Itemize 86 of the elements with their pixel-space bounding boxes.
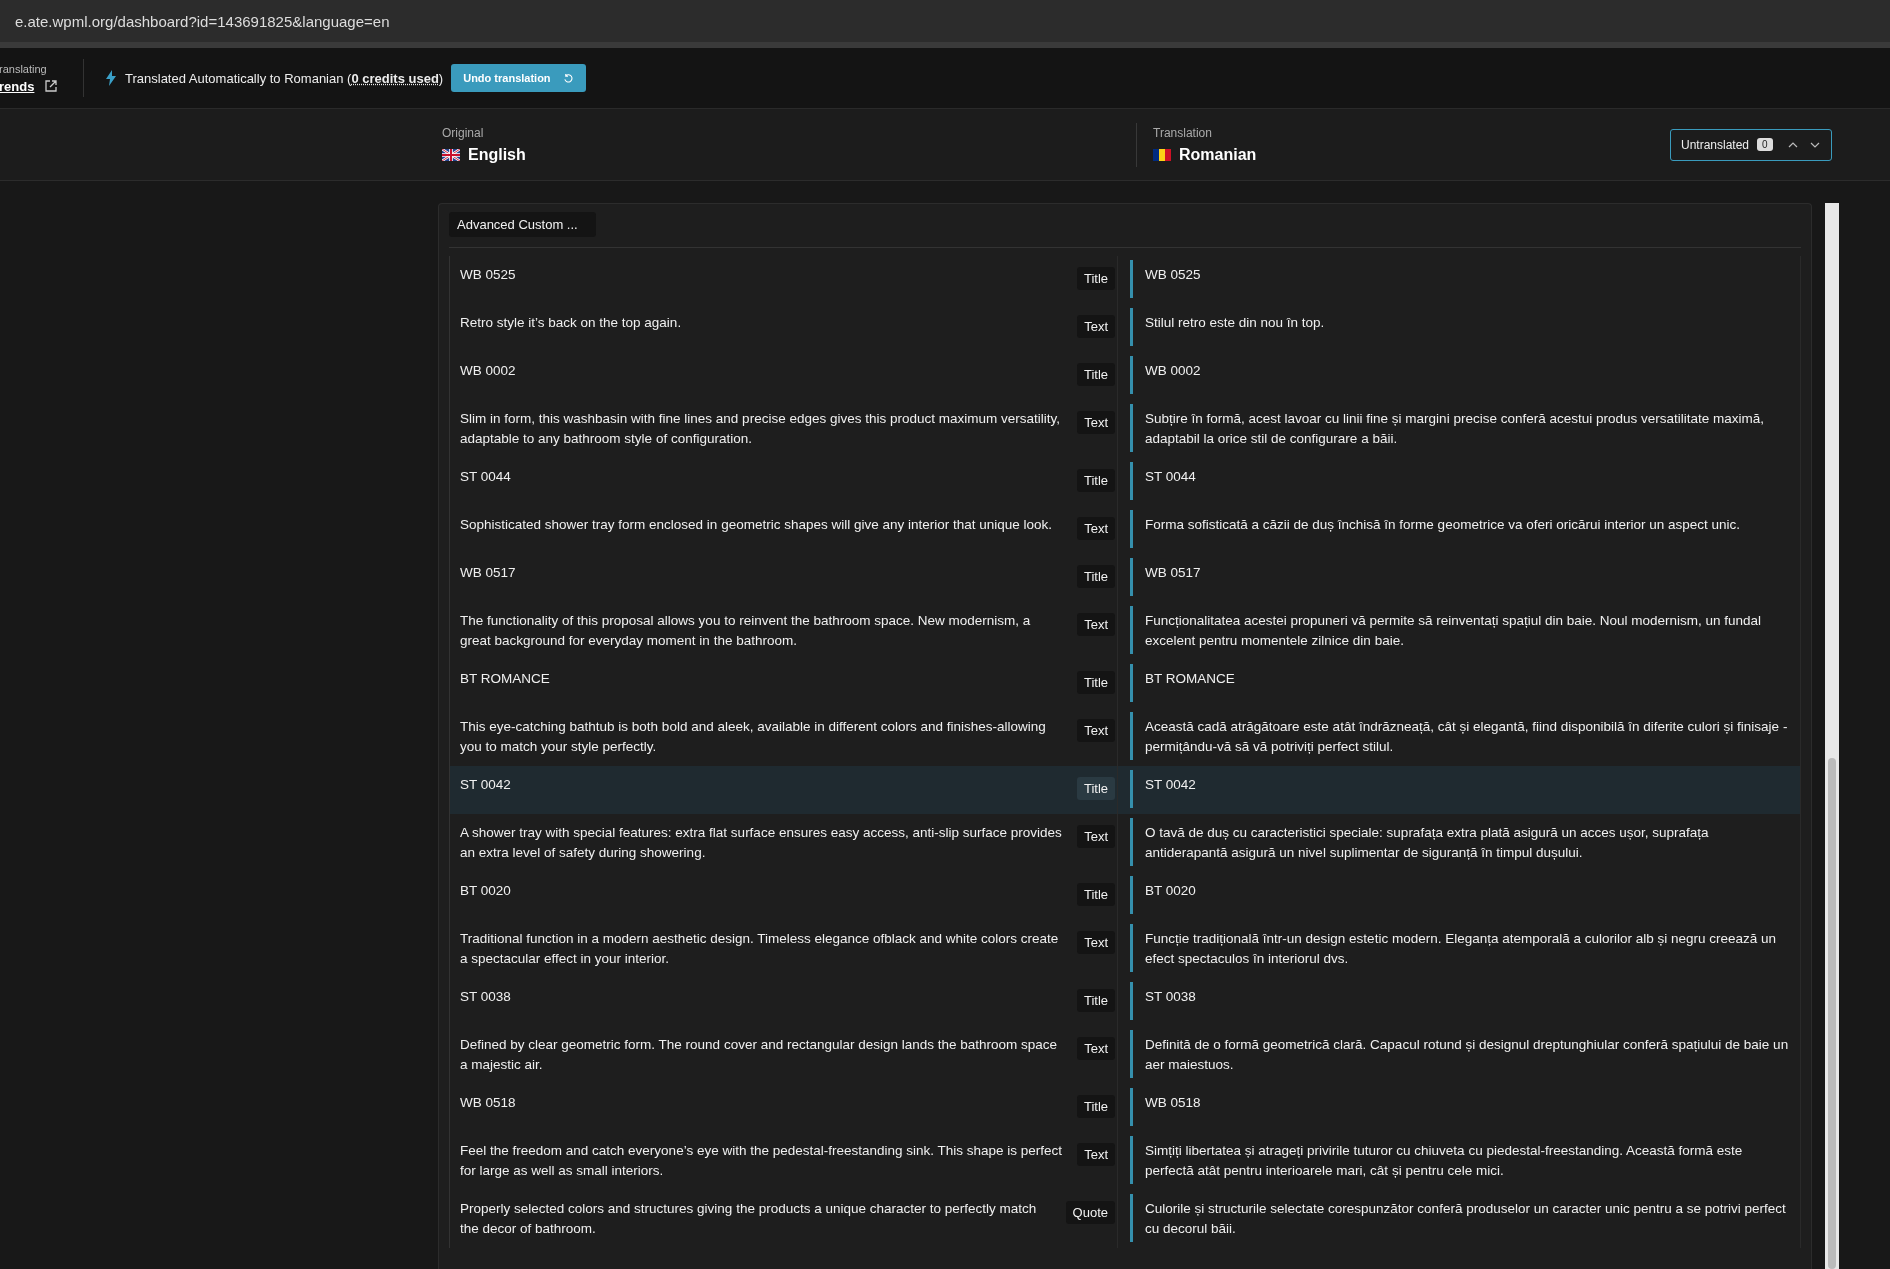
translation-language: Romanian <box>1179 145 1257 164</box>
translation-text[interactable]: WB 0525 <box>1145 260 1211 298</box>
original-text: This eye-catching bathtub is both bold and aleek, available in different colors and finishes-allowing you to match your style perfectly. <box>460 718 1047 756</box>
field-type-tag: Text <box>1077 931 1115 954</box>
translation-text[interactable]: Stilul retro este din nou în top. <box>1145 308 1335 346</box>
field-type-tag: Title <box>1076 469 1115 492</box>
translation-text[interactable]: WB 0517 <box>1145 558 1211 596</box>
segment-row[interactable]: WB 0518 Title WB 0518 <box>450 1084 1801 1132</box>
scrollbar[interactable] <box>1825 203 1839 1269</box>
segment-row[interactable]: BT ROMANCE Title BT ROMANCE <box>450 660 1801 708</box>
original-text: Feel the freedom and catch everyone’s eye with the pedestal-freestanding sink. This shape is perfect for large as well as small interiors. <box>460 1142 1064 1180</box>
translation-text[interactable]: ST 0042 <box>1145 770 1206 808</box>
original-text: Retro style it’s back on the top again. <box>460 314 683 332</box>
filter-label: Untranslated <box>1681 137 1750 152</box>
field-type-tag: Title <box>1076 671 1115 694</box>
url-text: e.ate.wpml.org/dashboard?id=143691825&language=en <box>15 12 390 30</box>
segment-row[interactable]: Retro style it’s back on the top again. Text Stilul retro este din nou în top. <box>450 304 1801 352</box>
original-text: Defined by clear geometric form. The round cover and rectangular design lands the bathroom space a majestic air. <box>460 1036 1059 1074</box>
field-type-tag: Text <box>1077 825 1115 848</box>
translation-text[interactable]: ST 0044 <box>1145 462 1206 500</box>
context-label: ranslating <box>0 62 48 75</box>
translation-text[interactable]: ST 0038 <box>1145 982 1206 1020</box>
field-type-tag: Title <box>1076 363 1115 386</box>
original-text: Properly selected colors and structures giving the products a unique character to perfectly match the decor of bathroom. <box>460 1200 1038 1238</box>
project-link[interactable]: rends <box>0 78 35 94</box>
field-type-tag: Quote <box>1065 1201 1115 1224</box>
original-text: WB 0002 <box>460 362 517 380</box>
translation-text[interactable]: Culorile și structurile selectate corespunzător conferă produselor un caracter unic pentru a se potrivi perfect cu decorul băii. <box>1145 1194 1800 1242</box>
segment-row[interactable]: ST 0044 Title ST 0044 <box>450 458 1801 506</box>
field-type-tag: Text <box>1077 1143 1115 1166</box>
status-text: Translated Automatically to Romanian (0 credits used) <box>125 70 444 86</box>
field-type-tag: Text <box>1077 315 1115 338</box>
translation-text[interactable]: Simțiți libertatea și atrageți privirile tuturor cu chiuveta cu piedestal-freestanding. Această formă este perfectă atât pentru interioarele mari, cât și pentru cele mici. <box>1145 1136 1800 1184</box>
field-type-tag: Title <box>1076 267 1115 290</box>
original-text: BT ROMANCE <box>460 670 551 688</box>
translation-text[interactable]: BT 0020 <box>1145 876 1206 914</box>
count-badge: 0 <box>1757 138 1773 151</box>
field-type-tag: Title <box>1076 989 1115 1012</box>
address-bar[interactable]: e.ate.wpml.org/dashboard?id=143691825&language=en <box>0 0 1890 42</box>
field-type-tag: Title <box>1076 777 1115 800</box>
original-text: ST 0042 <box>460 776 512 794</box>
translation-text[interactable]: Subțire în formă, acest lavoar cu linii fine și margini precise conferă acestui produs versatilitate maximă, adaptabil la orice stil de configurare a băii. <box>1145 404 1800 452</box>
field-type-tag: Text <box>1077 719 1115 742</box>
field-type-tag: Text <box>1077 517 1115 540</box>
field-type-tag: Text <box>1077 1037 1115 1060</box>
original-text: WB 0518 <box>460 1094 517 1112</box>
translation-label: Translation <box>1153 125 1213 140</box>
field-type-tag: Text <box>1077 411 1115 434</box>
translation-text[interactable]: Definită de o formă geometrică clară. Capacul rotund și designul dreptunghiular conferă spațiului de baie un aer maiestuos. <box>1145 1030 1800 1078</box>
flag-icon <box>1153 148 1171 161</box>
translation-text[interactable]: Funcționalitatea acestei propuneri vă permite să reinventați spațiul din baie. Noul modernism, un fundal excelent pentru momentele zilnice din baie. <box>1145 606 1800 654</box>
field-type-tag: Text <box>1077 613 1115 636</box>
segment-row[interactable]: WB 0002 Title WB 0002 <box>450 352 1801 400</box>
original-text: A shower tray with special features: extra flat surface ensures easy access, anti-slip surface provides an extra level of safety during showering. <box>460 824 1063 862</box>
section-chip: Advanced Custom ... <box>449 212 596 237</box>
translation-text[interactable]: Această cadă atrăgătoare este atât îndrăzneață, cât și elegantă, fiind disponibilă în diferite culori și finisaje - permițându-vă să vă potriviți perfect stilul. <box>1145 712 1800 760</box>
segment-row[interactable]: ST 0038 Title ST 0038 <box>450 978 1801 1026</box>
translation-text[interactable]: Funcție tradițională într-un design estetic modern. Eleganța atemporală a culorilor alb și negru creează un efect spectaculos în interiorul dvs. <box>1145 924 1800 972</box>
external-link-icon[interactable] <box>44 79 59 93</box>
translation-text[interactable]: Forma sofisticată a căzii de duș închisă în forme geometrice va oferi oricărui interior un aspect unic. <box>1145 510 1750 548</box>
untranslated-filter[interactable]: Untranslated 0 <box>1670 128 1832 161</box>
translation-text[interactable]: O tavă de duș cu caracteristici speciale: suprafața extra plată asigură un acces ușor, suprafața antiderapantă asigură un nivel suplimentar de siguranță în timpul dușului. <box>1145 818 1800 866</box>
translation-text[interactable]: WB 0002 <box>1145 356 1211 394</box>
original-text: Sophisticated shower tray form enclosed in geometric shapes will give any interior that unique look. <box>460 516 1054 534</box>
segment-row[interactable]: WB 0525 Title WB 0525 <box>450 256 1801 304</box>
original-text: ST 0038 <box>460 988 512 1006</box>
flag-icon <box>442 148 460 161</box>
field-type-tag: Title <box>1076 1095 1115 1118</box>
original-text: Slim in form, this washbasin with fine lines and precise edges gives this product maximum versatility, adaptable to any bathroom style of configuration. <box>460 410 1061 448</box>
segment-row[interactable]: ST 0042 Title ST 0042 <box>450 766 1801 814</box>
segment-row[interactable]: WB 0517 Title WB 0517 <box>450 554 1801 602</box>
original-text: The functionality of this proposal allows you to reinvent the bathroom space. New modernism, a great background for everyday moment in the bathroom. <box>460 612 1032 650</box>
segment-row[interactable]: BT 0020 Title BT 0020 <box>450 872 1801 920</box>
original-text: BT 0020 <box>460 882 512 900</box>
original-text: WB 0517 <box>460 564 517 582</box>
field-type-tag: Title <box>1076 565 1115 588</box>
original-label: Original <box>442 125 485 140</box>
translation-text[interactable]: BT ROMANCE <box>1145 664 1245 702</box>
original-text: ST 0044 <box>460 468 512 486</box>
field-type-tag: Title <box>1076 883 1115 906</box>
translation-text[interactable]: WB 0518 <box>1145 1088 1211 1126</box>
original-text: WB 0525 <box>460 266 517 284</box>
undo-icon <box>562 72 574 84</box>
lightning-icon <box>106 70 116 86</box>
original-text: Traditional function in a modern aesthetic design. Timeless elegance ofblack and white colors create a spectacular effect in your interior. <box>460 930 1060 968</box>
original-language: English <box>468 145 526 164</box>
